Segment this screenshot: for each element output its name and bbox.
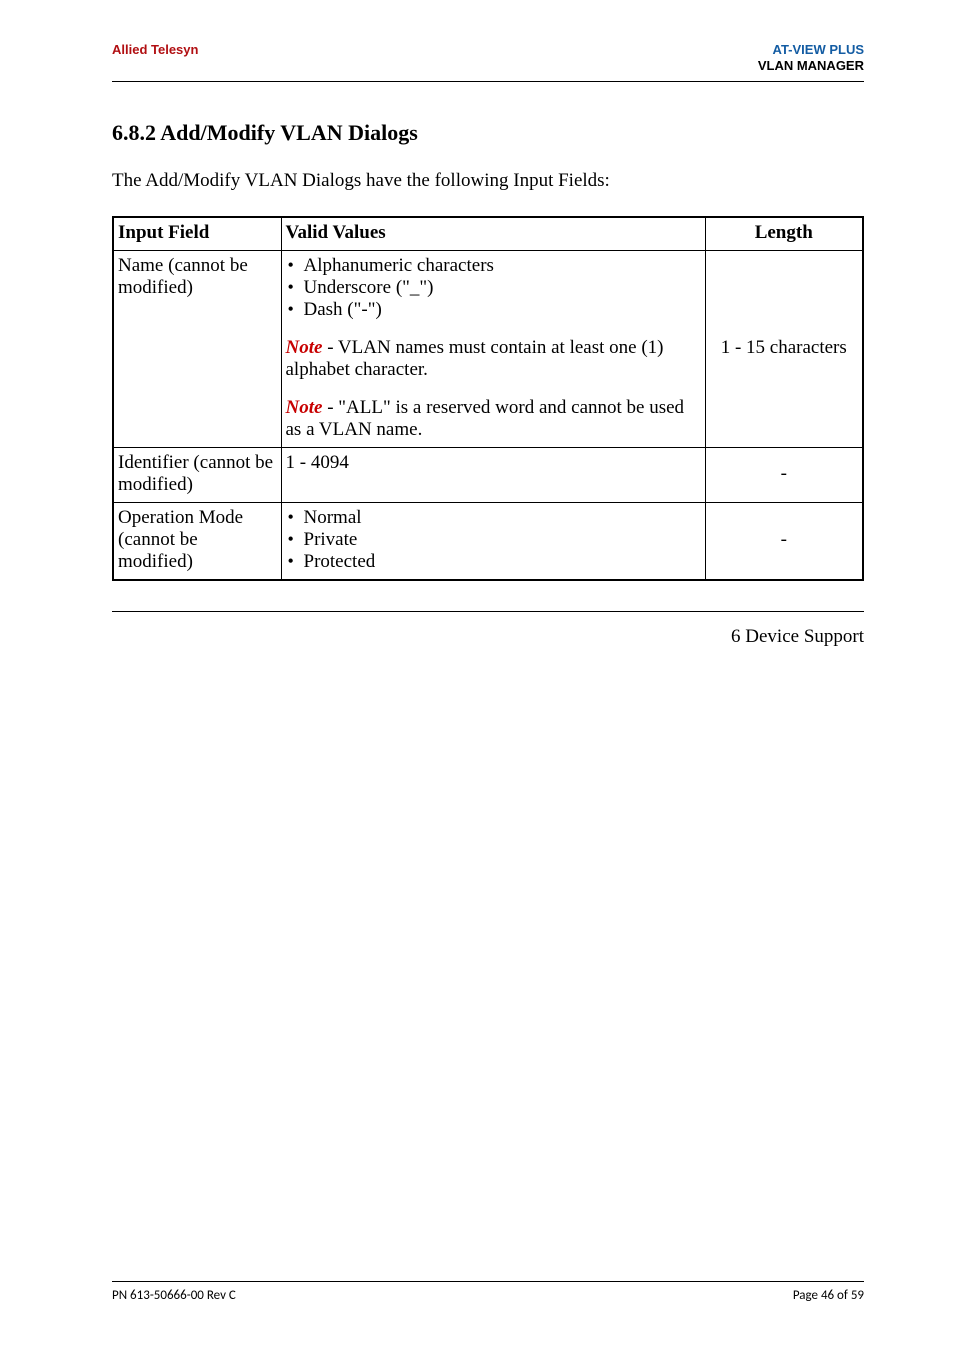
table-row: Operation Mode (cannot be modified) Norm… [113,502,863,580]
list-item: Protected [288,551,701,573]
page-header: Allied Telesyn AT-VIEW PLUS VLAN MANAGER [112,42,864,82]
cell-length: - [705,502,863,580]
footer-right: Page 46 of 59 [793,1288,864,1303]
note-text: - "ALL" is a reserved word and cannot be… [286,397,685,440]
cell-valid-values: 1 - 4094 [281,447,705,502]
list-item: Normal [288,507,701,529]
col-header-length: Length [705,217,863,251]
section-intro: The Add/Modify VLAN Dialogs have the fol… [112,170,864,192]
col-header-valid-values: Valid Values [281,217,705,251]
input-fields-table: Input Field Valid Values Length Name (ca… [112,216,864,581]
section-divider [112,611,864,612]
cell-valid-values: Alphanumeric characters Underscore ("_")… [281,250,705,447]
table-row: Identifier (cannot be modified) 1 - 4094… [113,447,863,502]
brand-right: AT-VIEW PLUS VLAN MANAGER [758,42,864,75]
brand-right-line2: VLAN MANAGER [758,58,864,74]
note-label: Note [286,337,323,358]
list-item: Underscore ("_") [288,277,701,299]
col-header-input-field: Input Field [113,217,281,251]
list-item: Dash ("-") [288,299,701,321]
brand-left: Allied Telesyn [112,42,198,57]
note-text: - VLAN names must contain at least one (… [286,337,664,380]
list-item: Private [288,529,701,551]
note-label: Note [286,397,323,418]
table-row: Name (cannot be modified) Alphanumeric c… [113,250,863,447]
list-item: Alphanumeric characters [288,255,701,277]
cell-length: - [705,447,863,502]
cell-field-name: Operation Mode (cannot be modified) [113,502,281,580]
cell-valid-values: Normal Private Protected [281,502,705,580]
section-heading: 6.8.2 Add/Modify VLAN Dialogs [112,120,864,146]
page-footer: PN 613-50666-00 Rev C Page 46 of 59 [112,1281,864,1303]
footer-left: PN 613-50666-00 Rev C [112,1288,236,1303]
nav-next-link[interactable]: 6 Device Support [112,626,864,648]
brand-right-line1: AT-VIEW PLUS [758,42,864,58]
cell-field-name: Identifier (cannot be modified) [113,447,281,502]
cell-length: 1 - 15 characters [705,250,863,447]
note-paragraph: Note - "ALL" is a reserved word and cann… [286,397,701,441]
note-paragraph: Note - VLAN names must contain at least … [286,337,701,381]
cell-field-name: Name (cannot be modified) [113,250,281,447]
